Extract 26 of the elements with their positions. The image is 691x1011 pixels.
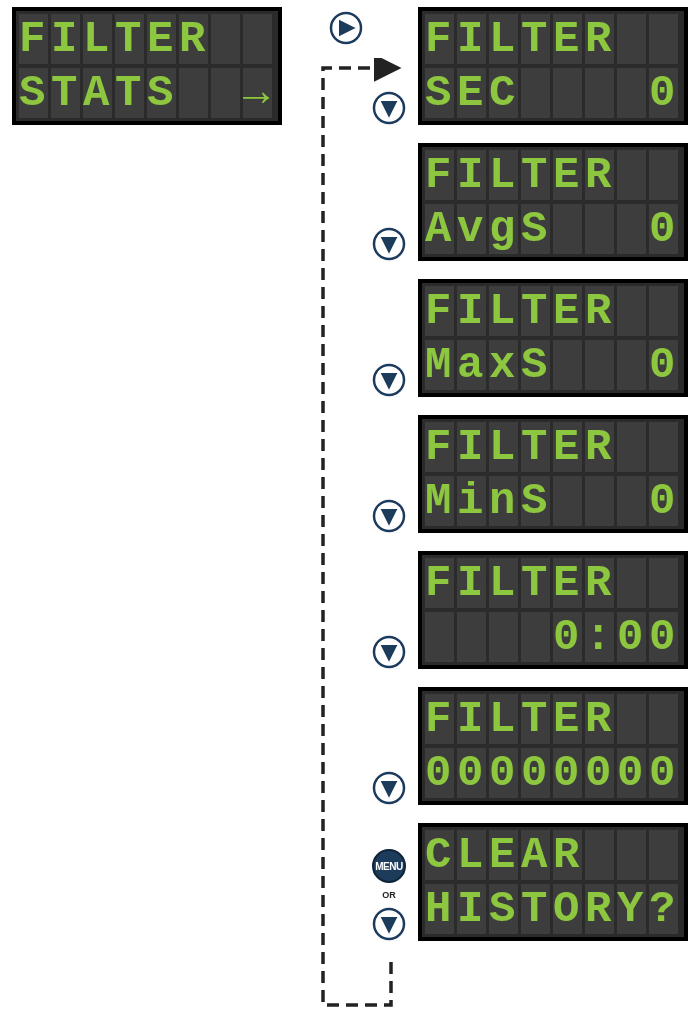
lcd-text: HISTORY? (425, 884, 682, 934)
down-arrow-button[interactable] (372, 635, 406, 669)
lcd-text: FILTER (425, 422, 618, 472)
or-label: OR (382, 889, 396, 901)
lcd-text: SEC 0 (425, 68, 682, 118)
lcd-text: MaxS 0 (425, 340, 682, 390)
lcd-text: FILTER (425, 286, 618, 336)
down-arrow-button[interactable] (372, 907, 406, 941)
down-arrow-button[interactable] (372, 363, 406, 397)
lcd-text: AvgS 0 (425, 204, 682, 254)
lcd-text: CLEAR (425, 830, 586, 880)
down-arrow-button[interactable] (372, 771, 406, 805)
lcd-text: STATS → (19, 68, 276, 118)
down-arrow-button[interactable] (372, 499, 406, 533)
lcd-text: 00000000 (425, 748, 682, 798)
down-arrow-button[interactable] (372, 91, 406, 125)
lcd-text: 0:00 (552, 612, 682, 662)
down-arrow-button[interactable] (372, 227, 406, 261)
right-arrow-button[interactable] (329, 11, 363, 45)
menu-button[interactable]: MENU (372, 849, 406, 883)
lcd-text: FILTER (425, 558, 618, 608)
lcd-text: FILTER (19, 14, 212, 64)
lcd-text: FILTER (425, 694, 618, 744)
lcd-text: MinS 0 (425, 476, 682, 526)
lcd-text: FILTER (425, 14, 618, 64)
lcd-text: FILTER (425, 150, 618, 200)
